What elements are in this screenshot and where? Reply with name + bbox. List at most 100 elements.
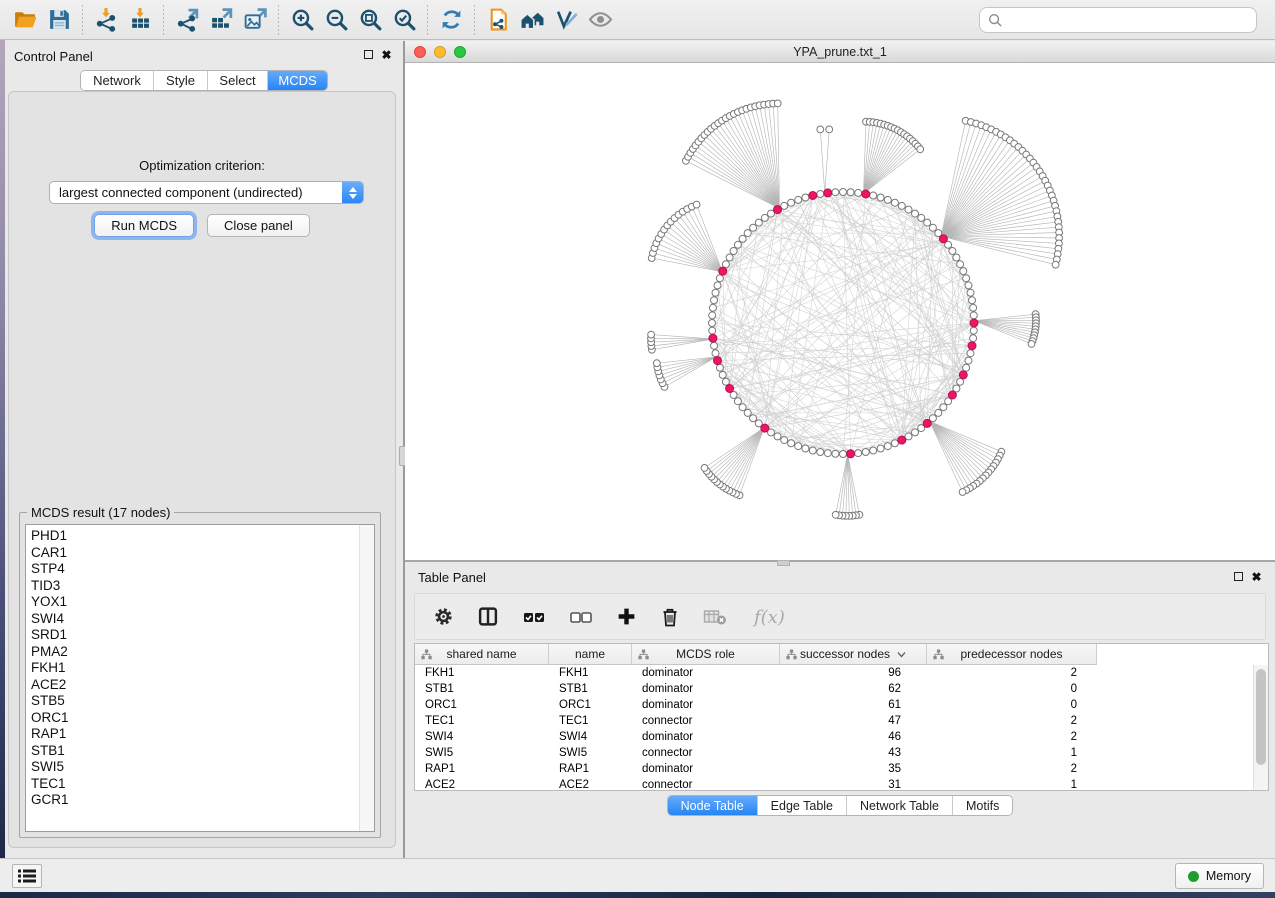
export-image-icon (243, 7, 268, 32)
select-all-icon (522, 607, 546, 627)
delete-column-button[interactable] (660, 606, 680, 628)
table-row[interactable]: ORC1ORC1dominator610 (415, 697, 1253, 713)
float-table-panel-icon[interactable] (1232, 571, 1245, 584)
zoom-selected-button[interactable] (387, 4, 421, 36)
refresh-button[interactable] (434, 4, 468, 36)
delete-table-button[interactable] (703, 607, 729, 627)
cell-name: TEC1 (549, 715, 632, 727)
node-table: shared name name MCDS role successor nod… (414, 643, 1269, 791)
add-column-button[interactable] (616, 606, 637, 627)
select-all-button[interactable] (522, 607, 546, 627)
zoom-out-button[interactable] (319, 4, 353, 36)
table-row[interactable]: SWI5SWI5connector431 (415, 745, 1253, 761)
mcds-result-item[interactable]: STB5 (26, 693, 358, 710)
mcds-result-item[interactable]: TID3 (26, 578, 358, 595)
deselect-all-button[interactable] (569, 607, 593, 627)
import-network-button[interactable] (89, 4, 123, 36)
column-header-successor-nodes[interactable]: successor nodes (780, 644, 927, 665)
float-panel-icon[interactable] (362, 49, 375, 62)
mcds-result-item[interactable]: SRD1 (26, 627, 358, 644)
table-row[interactable]: STB1STB1dominator620 (415, 681, 1253, 697)
table-row[interactable]: SWI4SWI4dominator462 (415, 729, 1253, 745)
table-settings-button[interactable] (433, 606, 454, 627)
zoom-out-icon (324, 7, 349, 32)
table-toolbar: f(x) (414, 593, 1266, 640)
network-canvas[interactable] (405, 63, 1275, 560)
mcds-result-item[interactable]: PMA2 (26, 644, 358, 661)
column-header-name[interactable]: name (549, 644, 632, 665)
cell-mcds-role: connector (632, 715, 780, 727)
import-table-button[interactable] (123, 4, 157, 36)
close-panel-button[interactable]: Close panel (207, 214, 310, 237)
table-row[interactable]: RAP1RAP1dominator352 (415, 761, 1253, 777)
table-scrollbar-thumb[interactable] (1256, 669, 1266, 765)
search-box[interactable] (979, 7, 1257, 33)
table-row[interactable]: ACE2ACE2connector311 (415, 777, 1253, 790)
mcds-result-item[interactable]: PHD1 (26, 528, 358, 545)
mcds-result-item[interactable]: TEC1 (26, 776, 358, 793)
open-session-button[interactable] (8, 4, 42, 36)
function-builder-button[interactable]: f(x) (752, 605, 788, 629)
table-row[interactable]: FKH1FKH1dominator962 (415, 665, 1253, 681)
search-input[interactable] (1003, 13, 1248, 28)
style-mapper-button[interactable] (549, 4, 583, 36)
control-panel-title: Control Panel (14, 49, 93, 64)
zoom-in-button[interactable] (285, 4, 319, 36)
function-icon: f(x) (752, 605, 788, 629)
table-scrollbar[interactable] (1253, 665, 1268, 790)
control-panel: Control Panel ✖ Network Style Select MCD… (5, 41, 403, 858)
cell-mcds-role: connector (632, 747, 780, 759)
mcds-result-item[interactable]: YOX1 (26, 594, 358, 611)
desktop-wallpaper-bottom (0, 892, 1275, 898)
cell-name: SWI5 (549, 747, 632, 759)
toolbar-separator (163, 5, 164, 35)
column-type-icon (421, 649, 432, 660)
column-header-shared-name[interactable]: shared name (415, 644, 549, 665)
tab-style[interactable]: Style (154, 71, 208, 90)
export-network-button[interactable] (170, 4, 204, 36)
mcds-result-item[interactable]: ACE2 (26, 677, 358, 694)
task-history-button[interactable] (12, 864, 42, 888)
mcds-result-item[interactable]: SWI5 (26, 759, 358, 776)
tab-select[interactable]: Select (208, 71, 268, 90)
mcds-result-item[interactable]: ORC1 (26, 710, 358, 727)
tab-motifs[interactable]: Motifs (953, 796, 1012, 815)
mcds-result-item[interactable]: STP4 (26, 561, 358, 578)
column-header-predecessor-nodes[interactable]: predecessor nodes (927, 644, 1097, 665)
tab-network[interactable]: Network (81, 71, 154, 90)
control-panel-header: Control Panel ✖ (5, 41, 403, 69)
criterion-select[interactable]: largest connected component (undirected) (49, 181, 364, 204)
cell-name: FKH1 (549, 667, 632, 679)
cell-name: RAP1 (549, 763, 632, 775)
cell-predecessor-nodes: 2 (927, 667, 1097, 679)
new-network-file-button[interactable] (481, 4, 515, 36)
mcds-result-item[interactable]: RAP1 (26, 726, 358, 743)
memory-button[interactable]: Memory (1175, 863, 1264, 889)
table-row[interactable]: TEC1TEC1connector472 (415, 713, 1253, 729)
export-image-button[interactable] (238, 4, 272, 36)
result-list-scrollbar[interactable] (359, 525, 374, 831)
close-panel-icon[interactable]: ✖ (380, 49, 393, 62)
cell-name: STB1 (549, 683, 632, 695)
show-columns-button[interactable] (477, 606, 499, 627)
close-table-panel-icon[interactable]: ✖ (1250, 571, 1263, 584)
column-header-mcds-role[interactable]: MCDS role (632, 644, 780, 665)
run-mcds-button[interactable]: Run MCDS (94, 214, 194, 237)
export-table-button[interactable] (204, 4, 238, 36)
tab-mcds[interactable]: MCDS (268, 71, 327, 90)
mcds-result-item[interactable]: FKH1 (26, 660, 358, 677)
tab-edge-table[interactable]: Edge Table (758, 796, 847, 815)
mcds-result-item[interactable]: SWI4 (26, 611, 358, 628)
mcds-result-item[interactable]: STB1 (26, 743, 358, 760)
cell-predecessor-nodes: 2 (927, 715, 1097, 727)
eye-icon (588, 7, 613, 32)
network-home-button[interactable] (515, 4, 549, 36)
table-panel-grip[interactable] (777, 560, 790, 566)
tab-network-table[interactable]: Network Table (847, 796, 953, 815)
mcds-result-item[interactable]: GCR1 (26, 792, 358, 809)
mcds-result-item[interactable]: CAR1 (26, 545, 358, 562)
tab-node-table[interactable]: Node Table (668, 796, 758, 815)
hide-panel-button[interactable] (583, 4, 617, 36)
zoom-fit-button[interactable] (353, 4, 387, 36)
save-session-button[interactable] (42, 4, 76, 36)
